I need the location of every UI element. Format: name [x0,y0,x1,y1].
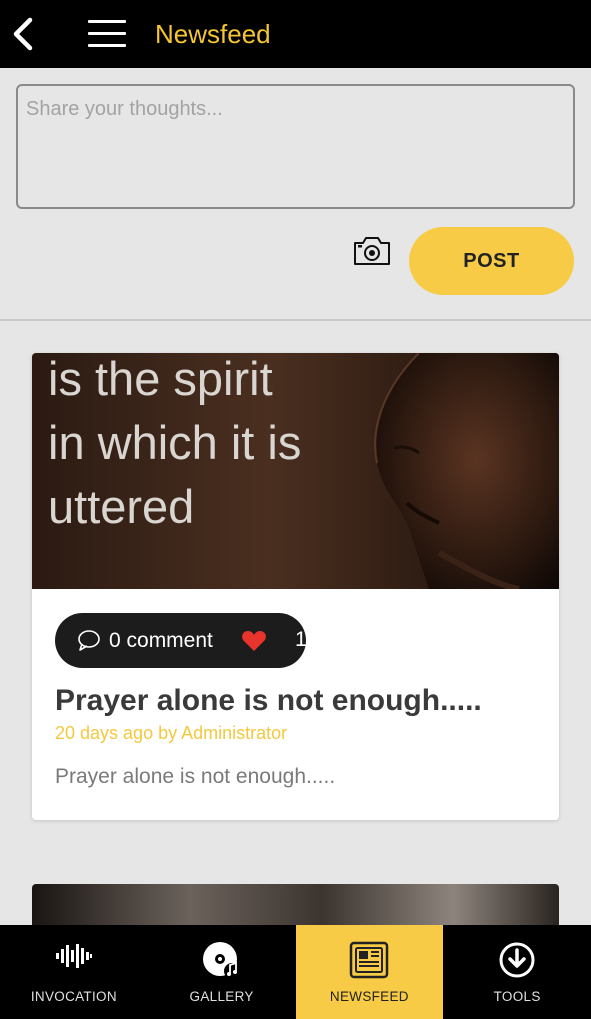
praying-man-image [374,353,559,589]
like-count: 1 [295,628,307,651]
tab-gallery-label: GALLERY [189,989,254,1004]
tab-newsfeed[interactable]: NEWSFEED [295,925,444,1019]
post-meta: 20 days ago by Administrator [55,723,288,743]
tab-tools-label: TOOLS [493,989,541,1004]
bottom-tab-bar: INVOCATION GALLERY NEWSFEED TOOLS [0,925,591,1019]
top-bar: Newsfeed [0,0,591,68]
tab-invocation-label: INVOCATION [30,989,117,1004]
post-button[interactable]: POST [409,227,574,295]
divider [0,319,591,321]
menu-line-icon [88,32,126,35]
record-music-icon [202,942,240,979]
back-button[interactable] [8,14,40,54]
tab-gallery[interactable]: GALLERY [148,925,296,1019]
tab-invocation[interactable]: INVOCATION [0,925,148,1019]
hamburger-menu-button[interactable] [86,18,128,50]
menu-line-icon [88,20,126,23]
download-circle-icon [499,942,535,978]
image-quote-text: is the spirit in which it is uttered [48,353,302,533]
tab-newsfeed-label: NEWSFEED [329,989,409,1004]
tab-tools[interactable]: TOOLS [443,925,591,1019]
post-title[interactable]: Prayer alone is not enough..... [55,683,482,719]
camera-icon [354,237,390,265]
post-image[interactable]: is the spirit in which it is uttered [32,353,559,589]
heart-icon[interactable] [241,630,267,652]
post-stats-pill[interactable]: 0 comment 1 [55,613,307,668]
waveform-icon [55,944,92,968]
newspaper-icon [350,941,389,979]
camera-button[interactable] [352,234,392,268]
post-card[interactable]: is the spirit in which it is uttered 0 c… [32,353,559,820]
chevron-left-icon [13,17,33,51]
comment-bubble-icon [78,630,100,651]
post-excerpt: Prayer alone is not enough..... [55,765,336,788]
menu-line-icon [88,44,126,47]
share-thoughts-input[interactable] [16,84,575,209]
comment-count[interactable]: 0 comment [109,628,213,654]
page-title: Newsfeed [155,19,271,49]
